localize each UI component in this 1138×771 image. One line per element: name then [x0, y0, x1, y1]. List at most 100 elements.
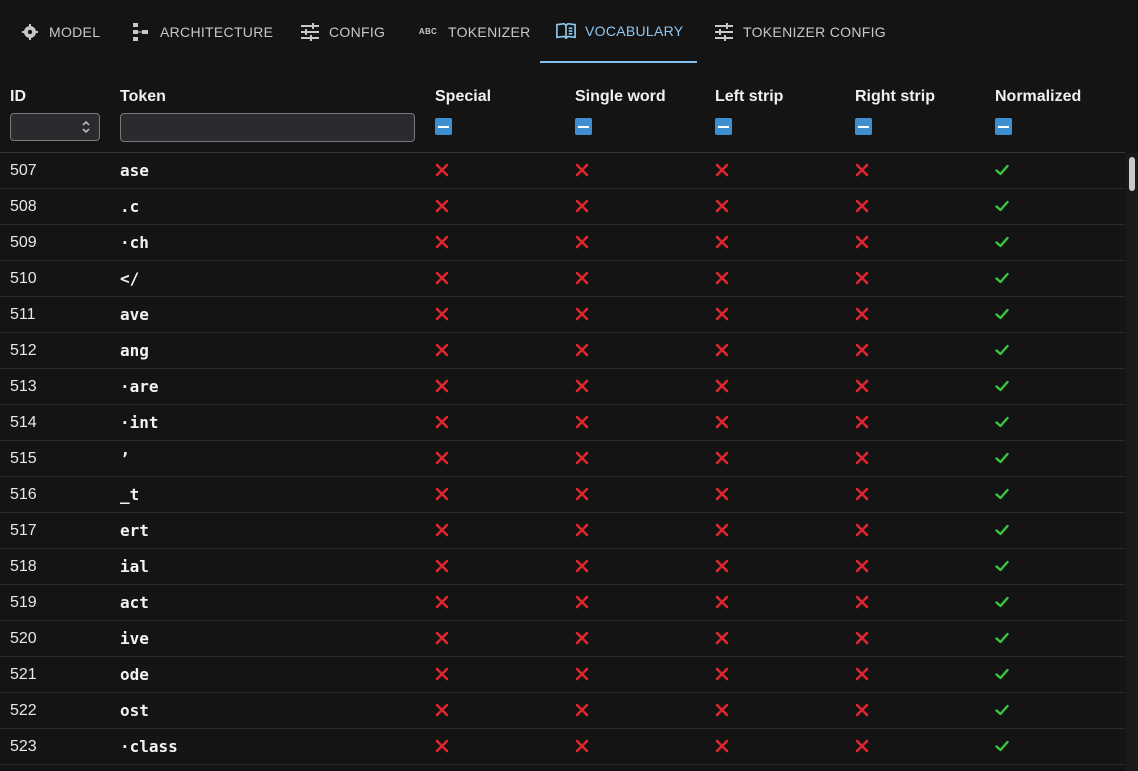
cross-icon	[715, 307, 729, 321]
token-id: 521	[10, 666, 37, 683]
scrollbar[interactable]	[1126, 153, 1138, 771]
tab-vocabulary[interactable]: VOCABULARY	[540, 0, 697, 63]
cross-icon	[435, 343, 449, 357]
token-text: ang	[120, 341, 149, 360]
cross-icon	[575, 487, 589, 501]
cross-icon	[715, 667, 729, 681]
cross-icon	[575, 343, 589, 357]
check-icon	[995, 703, 1009, 717]
check-icon	[995, 595, 1009, 609]
table-row[interactable]: 517 ert	[0, 513, 1125, 549]
token-id: 523	[10, 738, 37, 755]
tab-tokenizer[interactable]: ABC TOKENIZER	[401, 0, 547, 63]
cross-icon	[575, 667, 589, 681]
single-word-filter-checkbox[interactable]	[575, 118, 592, 135]
check-icon	[995, 343, 1009, 357]
cross-icon	[575, 199, 589, 213]
column-header-left-strip[interactable]: Left strip	[715, 88, 783, 106]
table-row[interactable]: 521 ode	[0, 657, 1125, 693]
table-row[interactable]: 511 ave	[0, 297, 1125, 333]
table-row[interactable]: 522 ost	[0, 693, 1125, 729]
column-header-token[interactable]: Token	[120, 88, 166, 106]
tab-config[interactable]: CONFIG	[284, 0, 401, 63]
spinner-icon[interactable]	[81, 119, 91, 135]
cross-icon	[855, 703, 869, 717]
cross-icon	[855, 271, 869, 285]
cross-icon	[855, 307, 869, 321]
tab-bar: MODEL ARCHITECTURE CONFIG ABC TOKENIZER …	[0, 0, 1138, 63]
tab-tokenizer-config[interactable]: TOKENIZER CONFIG	[698, 0, 902, 63]
right-strip-filter-checkbox[interactable]	[855, 118, 872, 135]
model-icon	[20, 22, 40, 42]
table-row[interactable]: 514 ·int	[0, 405, 1125, 441]
column-header-id[interactable]: ID	[10, 88, 26, 106]
tab-label: VOCABULARY	[585, 22, 684, 39]
sliders-icon	[714, 22, 734, 42]
scrollbar-thumb[interactable]	[1129, 157, 1135, 191]
table-row[interactable]: 509 ·ch	[0, 225, 1125, 261]
table-row[interactable]: 523 ·class	[0, 729, 1125, 765]
indeterminate-icon	[718, 125, 729, 128]
token-text: ·class	[120, 737, 178, 756]
table-row[interactable]: 508 .c	[0, 189, 1125, 225]
token-id: 509	[10, 234, 37, 251]
book-icon	[556, 21, 576, 41]
token-text: ode	[120, 665, 149, 684]
table-row[interactable]: 510 </	[0, 261, 1125, 297]
check-icon	[995, 667, 1009, 681]
table-row[interactable]: 515 ’	[0, 441, 1125, 477]
tab-model[interactable]: MODEL	[4, 0, 116, 63]
normalized-filter-checkbox[interactable]	[995, 118, 1012, 135]
tab-label: ARCHITECTURE	[160, 23, 274, 40]
cross-icon	[435, 487, 449, 501]
cross-icon	[715, 559, 729, 573]
sliders-icon	[300, 22, 320, 42]
column-header-single-word[interactable]: Single word	[575, 88, 666, 106]
table-row[interactable]: 513 ·are	[0, 369, 1125, 405]
cross-icon	[435, 703, 449, 717]
table-row[interactable]: 519 act	[0, 585, 1125, 621]
id-filter-input[interactable]	[10, 113, 100, 141]
left-strip-filter-checkbox[interactable]	[715, 118, 732, 135]
token-text: ave	[120, 305, 149, 324]
token-text: act	[120, 593, 149, 612]
table-row[interactable]: 516 _t	[0, 477, 1125, 513]
table-row[interactable]: 520 ive	[0, 621, 1125, 657]
column-header-normalized[interactable]: Normalized	[995, 88, 1081, 106]
column-header-right-strip[interactable]: Right strip	[855, 88, 935, 106]
token-id: 518	[10, 558, 37, 575]
cross-icon	[575, 523, 589, 537]
table-row[interactable]: 518 ial	[0, 549, 1125, 585]
cross-icon	[855, 199, 869, 213]
token-text: .c	[120, 197, 140, 216]
table-row[interactable]: 512 ang	[0, 333, 1125, 369]
check-icon	[995, 559, 1009, 573]
cross-icon	[435, 523, 449, 537]
indeterminate-icon	[438, 125, 449, 128]
check-icon	[995, 163, 1009, 177]
token-text: ost	[120, 701, 149, 720]
cross-icon	[855, 163, 869, 177]
cross-icon	[715, 739, 729, 753]
cross-icon	[575, 559, 589, 573]
check-icon	[995, 199, 1009, 213]
cross-icon	[435, 667, 449, 681]
table-row[interactable]: 507 ase	[0, 153, 1125, 189]
check-icon	[995, 379, 1009, 393]
tab-label: TOKENIZER CONFIG	[743, 23, 886, 40]
cross-icon	[435, 595, 449, 609]
special-filter-checkbox[interactable]	[435, 118, 452, 135]
column-header-special[interactable]: Special	[435, 88, 491, 106]
token-id: 515	[10, 450, 37, 467]
tab-architecture[interactable]: ARCHITECTURE	[115, 0, 289, 63]
cross-icon	[715, 451, 729, 465]
cross-icon	[855, 235, 869, 249]
token-filter-input[interactable]	[120, 113, 415, 142]
token-id: 512	[10, 342, 37, 359]
cross-icon	[575, 739, 589, 753]
check-icon	[995, 271, 1009, 285]
token-id: 520	[10, 630, 37, 647]
token-text: ·ch	[120, 233, 149, 252]
cross-icon	[715, 343, 729, 357]
abc-icon: ABC	[418, 27, 438, 36]
